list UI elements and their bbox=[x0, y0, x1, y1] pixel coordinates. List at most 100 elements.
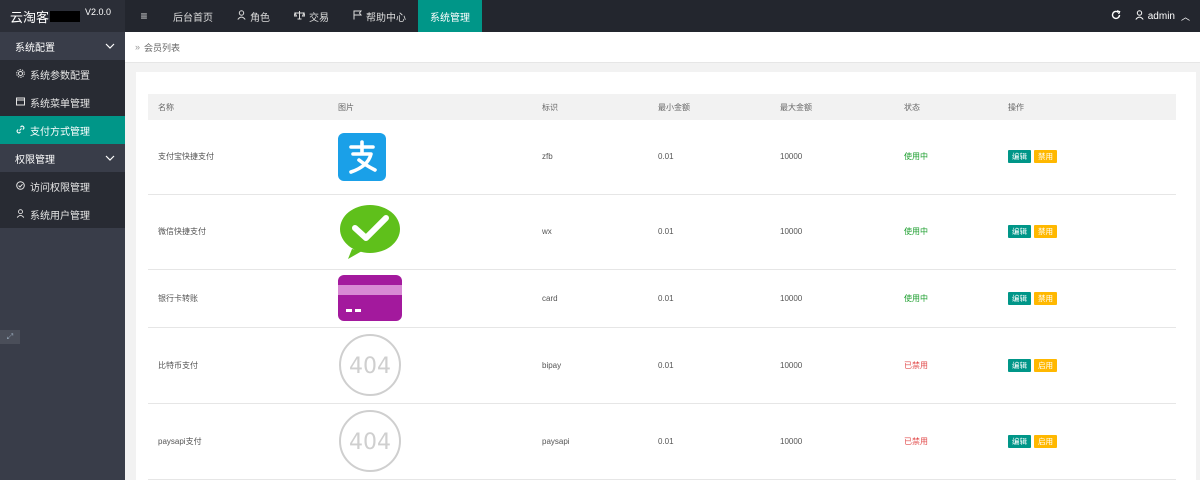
sidebar-item-params[interactable]: 系统参数配置 bbox=[0, 60, 125, 88]
payment-methods-table: 名称 图片 标识 最小金额 最大金额 状态 操作 支付宝快捷支付 zfb 0.0… bbox=[148, 94, 1176, 480]
cell-actions: 编辑 禁用 bbox=[998, 120, 1176, 195]
sidebar-group-system-config[interactable]: 系统配置 bbox=[0, 32, 125, 60]
sidebar-item-label: 访问权限管理 bbox=[30, 182, 90, 194]
status-badge: 已禁用 bbox=[894, 327, 998, 404]
cell-actions: 编辑 禁用 bbox=[998, 194, 1176, 270]
status-badge: 使用中 bbox=[894, 269, 998, 328]
chevron-up-icon: ︿ bbox=[1180, 11, 1190, 22]
gear-icon bbox=[16, 68, 28, 80]
col-header-name: 名称 bbox=[158, 102, 174, 112]
sidebar-group-label: 系统配置 bbox=[15, 42, 55, 54]
disable-button[interactable]: 禁用 bbox=[1034, 225, 1057, 238]
check-circle-icon bbox=[16, 180, 28, 192]
status-badge: 使用中 bbox=[894, 120, 998, 195]
cell-code: bipay bbox=[532, 327, 648, 404]
cell-image bbox=[328, 269, 532, 328]
enable-button[interactable]: 启用 bbox=[1034, 358, 1057, 372]
wechat-logo-icon bbox=[340, 204, 400, 259]
table-row: 比特币支付 404 bipay 0.01 10000 已禁用 编辑 启用 bbox=[148, 327, 1176, 404]
status-badge: 使用中 bbox=[894, 194, 998, 270]
app-logo[interactable]: 云淘客 V2.0.0 bbox=[0, 0, 125, 32]
hamburger-icon: ≡ bbox=[140, 9, 148, 23]
nav-item-label: 系统管理 bbox=[430, 12, 470, 24]
table-row: 支付宝快捷支付 zfb 0.01 10000 使用中 编辑 禁用 bbox=[148, 120, 1176, 195]
sidebar-item-access[interactable]: 访问权限管理 bbox=[0, 172, 125, 200]
nav-item-label: 后台首页 bbox=[173, 12, 213, 24]
cell-code: paysapi bbox=[532, 403, 648, 480]
table-row: paysapi支付 404 paysapi 0.01 10000 已禁用 编辑启… bbox=[148, 403, 1176, 480]
double-chevron-right-icon: » bbox=[135, 42, 141, 52]
scale-icon bbox=[293, 10, 306, 23]
col-header-code: 标识 bbox=[542, 102, 558, 112]
cell-min: 0.01 bbox=[648, 194, 770, 270]
nav-item-role[interactable]: 角色 bbox=[225, 0, 282, 32]
refresh-button[interactable] bbox=[1103, 0, 1129, 32]
disable-button[interactable]: 禁用 bbox=[1034, 150, 1057, 164]
table-row: 微信快捷支付 wx 0.01 10000 使用中 编辑 禁用 bbox=[148, 194, 1176, 270]
col-header-actions: 操作 bbox=[1008, 102, 1024, 112]
app-title: 云淘客 bbox=[10, 9, 50, 25]
sidebar-item-label: 系统参数配置 bbox=[30, 70, 90, 82]
cell-name: 微信快捷支付 bbox=[148, 194, 328, 270]
cell-image bbox=[328, 120, 532, 195]
col-header-image: 图片 bbox=[338, 102, 354, 112]
col-header-min: 最小金额 bbox=[658, 102, 690, 112]
sidebar-collapse-handle[interactable]: ⤢ bbox=[0, 330, 20, 344]
person-icon bbox=[237, 9, 246, 23]
sidebar-item-users[interactable]: 系统用户管理 bbox=[0, 200, 125, 228]
refresh-icon bbox=[1111, 9, 1121, 23]
person-icon bbox=[1135, 9, 1144, 23]
sidebar-group-permissions[interactable]: 权限管理 bbox=[0, 144, 125, 172]
edit-button[interactable]: 编辑 bbox=[1008, 291, 1031, 305]
cell-name: paysapi支付 bbox=[148, 403, 328, 480]
cell-code: wx bbox=[532, 194, 648, 270]
top-header: 云淘客 V2.0.0 ≡ 后台首页 角色 交易 帮助中心 系统管理 admin ︿ bbox=[0, 0, 1200, 32]
person-icon bbox=[16, 208, 28, 220]
sidebar-group-label: 权限管理 bbox=[15, 154, 55, 166]
status-badge: 已禁用 bbox=[894, 403, 998, 480]
breadcrumb-current: 会员列表 bbox=[144, 42, 181, 53]
cell-image: 404 bbox=[328, 327, 532, 404]
nav-item-label: 交易 bbox=[309, 12, 329, 24]
cell-code: card bbox=[532, 269, 648, 328]
link-icon bbox=[16, 125, 28, 136]
sidebar-item-payment-methods[interactable]: 支付方式管理 bbox=[0, 116, 125, 144]
username: admin bbox=[1147, 10, 1175, 22]
col-header-status: 状态 bbox=[904, 102, 920, 112]
nav-item-home[interactable]: 后台首页 bbox=[161, 0, 225, 32]
nav-item-trade[interactable]: 交易 bbox=[282, 0, 341, 32]
cell-max: 10000 bbox=[770, 327, 894, 404]
alipay-logo-icon bbox=[338, 132, 386, 181]
edit-button[interactable]: 编辑 bbox=[1008, 225, 1031, 238]
cell-name: 银行卡转账 bbox=[148, 269, 328, 328]
sidebar-item-menus[interactable]: 系统菜单管理 bbox=[0, 88, 125, 116]
nav-item-system[interactable]: 系统管理 bbox=[418, 0, 482, 32]
redacted-mask bbox=[50, 10, 81, 22]
col-header-max: 最大金额 bbox=[780, 102, 812, 112]
expand-icon: ⤢ bbox=[6, 332, 14, 341]
nav-item-help[interactable]: 帮助中心 bbox=[341, 0, 418, 32]
sidebar-item-label: 系统用户管理 bbox=[30, 210, 90, 222]
cell-max: 10000 bbox=[770, 269, 894, 328]
edit-button[interactable]: 编辑 bbox=[1008, 150, 1031, 164]
cell-name: 支付宝快捷支付 bbox=[148, 120, 328, 195]
user-menu[interactable]: admin ︿ bbox=[1135, 9, 1200, 23]
menu-toggle-button[interactable]: ≡ bbox=[127, 0, 161, 32]
enable-button[interactable]: 启用 bbox=[1034, 434, 1057, 448]
sidebar: 系统配置 系统参数配置 系统菜单管理 支付方式管理 权限管理 访问权限管理 系统… bbox=[0, 32, 125, 480]
disable-button[interactable]: 禁用 bbox=[1034, 291, 1057, 305]
image-not-found-icon: 404 bbox=[339, 334, 401, 396]
top-nav: ≡ 后台首页 角色 交易 帮助中心 系统管理 bbox=[127, 0, 482, 32]
edit-button[interactable]: 编辑 bbox=[1008, 434, 1031, 448]
cell-code: zfb bbox=[532, 120, 648, 195]
edit-button[interactable]: 编辑 bbox=[1008, 358, 1031, 372]
cell-max: 10000 bbox=[770, 120, 894, 195]
cell-min: 0.01 bbox=[648, 403, 770, 480]
top-right-tools: admin ︿ bbox=[1103, 0, 1200, 32]
cell-min: 0.01 bbox=[648, 269, 770, 328]
content-panel: 名称 图片 标识 最小金额 最大金额 状态 操作 支付宝快捷支付 zfb 0.0… bbox=[136, 72, 1196, 480]
sidebar-submenu-permissions: 访问权限管理 系统用户管理 bbox=[0, 172, 125, 228]
chevron-down-icon bbox=[105, 41, 115, 52]
cell-actions: 编辑 禁用 bbox=[998, 269, 1176, 328]
cell-actions: 编辑 启用 bbox=[998, 327, 1176, 404]
